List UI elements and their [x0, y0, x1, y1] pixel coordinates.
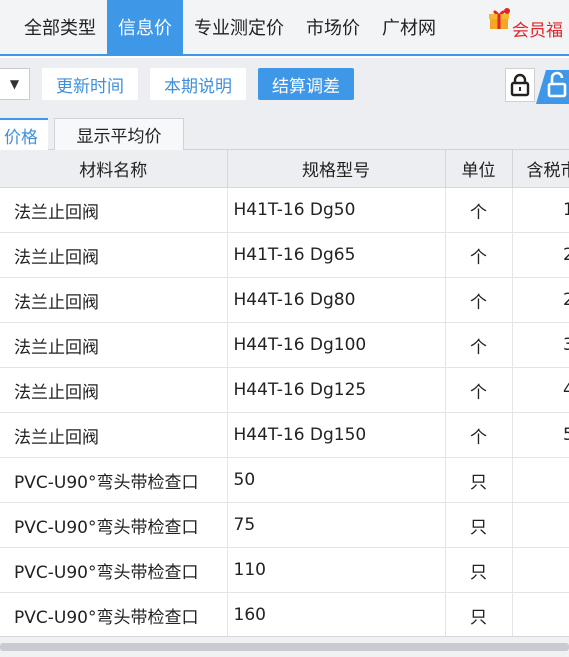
column-header-spec[interactable]: 规格型号 [227, 150, 446, 188]
tab-all-types[interactable]: 全部类型 [0, 0, 107, 54]
cell-unit[interactable]: 只 [445, 547, 513, 593]
cell-unit[interactable]: 只 [445, 592, 513, 636]
unlock-icon [536, 70, 569, 104]
cell-name[interactable]: 法兰止回阀 [0, 322, 228, 368]
cell-spec[interactable]: H41T-16 Dg50 [227, 187, 446, 233]
cell-name[interactable]: PVC-U90°弯头带检查口 [0, 592, 228, 636]
cell-price[interactable]: 44 [512, 592, 569, 636]
unlock-button[interactable] [536, 66, 569, 104]
table-header-row: 材料名称 规格型号 单位 含税市 [0, 150, 569, 188]
period-dropdown[interactable]: ▼ [0, 68, 30, 100]
cell-spec[interactable]: H44T-16 Dg80 [227, 277, 446, 323]
price-view-tabs: 价格 显示平均价 [0, 116, 569, 150]
tab-market-price[interactable]: 市场价 [295, 0, 371, 54]
cell-name[interactable]: 法兰止回阀 [0, 277, 228, 323]
cell-name[interactable]: 法兰止回阀 [0, 412, 228, 458]
cell-spec[interactable]: H44T-16 Dg100 [227, 322, 446, 368]
tab-show-average-price[interactable]: 显示平均价 [54, 118, 184, 150]
cell-unit[interactable]: 只 [445, 457, 513, 503]
tab-price[interactable]: 价格 [0, 118, 48, 150]
lock-icon [510, 73, 530, 97]
table-row[interactable]: 法兰止回阀H44T-16 Dg150个528 [0, 412, 569, 458]
column-header-unit[interactable]: 单位 [445, 150, 513, 188]
cell-unit[interactable]: 个 [445, 187, 513, 233]
scrollbar-thumb[interactable] [0, 643, 569, 651]
column-header-price[interactable]: 含税市 [512, 150, 569, 188]
tab-info-price[interactable]: 信息价 [107, 0, 183, 54]
table-row[interactable]: 法兰止回阀H41T-16 Dg50个183 [0, 187, 569, 233]
chevron-down-icon: ▼ [9, 77, 20, 91]
category-tab-bar: 全部类型 信息价 专业测定价 市场价 广材网 [0, 0, 569, 56]
lock-button[interactable] [505, 68, 535, 102]
cell-spec[interactable]: H44T-16 Dg125 [227, 367, 446, 413]
cell-price[interactable]: 183 [512, 187, 569, 233]
cell-price[interactable]: 237 [512, 232, 569, 278]
cell-name[interactable]: 法兰止回阀 [0, 367, 228, 413]
gift-icon[interactable] [488, 8, 510, 30]
cell-price[interactable]: 312 [512, 322, 569, 368]
cell-spec[interactable]: 75 [227, 502, 446, 548]
cell-spec[interactable]: H41T-16 Dg65 [227, 232, 446, 278]
horizontal-scrollbar[interactable] [0, 636, 569, 657]
period-note-button[interactable]: 本期说明 [150, 68, 246, 100]
cell-price[interactable]: 16 [512, 547, 569, 593]
cell-spec[interactable]: 50 [227, 457, 446, 503]
cell-name[interactable]: 法兰止回阀 [0, 187, 228, 233]
cell-name[interactable]: PVC-U90°弯头带检查口 [0, 457, 228, 503]
cell-price[interactable]: 528 [512, 412, 569, 458]
cell-name[interactable]: PVC-U90°弯头带检查口 [0, 502, 228, 548]
cell-spec[interactable]: 110 [227, 547, 446, 593]
column-header-name[interactable]: 材料名称 [0, 150, 228, 188]
cell-price[interactable]: 298 [512, 277, 569, 323]
table-row[interactable]: 法兰止回阀H41T-16 Dg65个237 [0, 232, 569, 278]
cell-price[interactable]: 3. [512, 457, 569, 503]
cell-name[interactable]: PVC-U90°弯头带检查口 [0, 547, 228, 593]
cell-unit[interactable]: 个 [445, 232, 513, 278]
cell-spec[interactable]: 160 [227, 592, 446, 636]
table-row[interactable]: PVC-U90°弯头带检查口75只8. [0, 502, 569, 548]
cell-unit[interactable]: 个 [445, 322, 513, 368]
update-time-button[interactable]: 更新时间 [42, 68, 138, 100]
cell-unit[interactable]: 个 [445, 412, 513, 458]
cell-unit[interactable]: 个 [445, 367, 513, 413]
tab-professional-price[interactable]: 专业测定价 [183, 0, 295, 54]
settlement-adjust-button[interactable]: 结算调差 [258, 68, 354, 100]
table-row[interactable]: PVC-U90°弯头带检查口160只44 [0, 592, 569, 636]
cell-unit[interactable]: 只 [445, 502, 513, 548]
cell-price[interactable]: 416 [512, 367, 569, 413]
table-row[interactable]: PVC-U90°弯头带检查口110只16 [0, 547, 569, 593]
cell-name[interactable]: 法兰止回阀 [0, 232, 228, 278]
table-row[interactable]: PVC-U90°弯头带检查口50只3. [0, 457, 569, 503]
table-row[interactable]: 法兰止回阀H44T-16 Dg100个312 [0, 322, 569, 368]
tab-guangcai-net[interactable]: 广材网 [371, 0, 438, 54]
table-row[interactable]: 法兰止回阀H44T-16 Dg80个298 [0, 277, 569, 323]
cell-unit[interactable]: 个 [445, 277, 513, 323]
table-row[interactable]: 法兰止回阀H44T-16 Dg125个416 [0, 367, 569, 413]
cell-price[interactable]: 8. [512, 502, 569, 548]
cell-spec[interactable]: H44T-16 Dg150 [227, 412, 446, 458]
material-price-table: 材料名称 规格型号 单位 含税市 法兰止回阀H41T-16 Dg50个183法兰… [0, 150, 569, 636]
member-benefits-link[interactable]: 会员福 [512, 16, 563, 41]
toolbar: ▼ 更新时间 本期说明 结算调差 [0, 58, 569, 116]
